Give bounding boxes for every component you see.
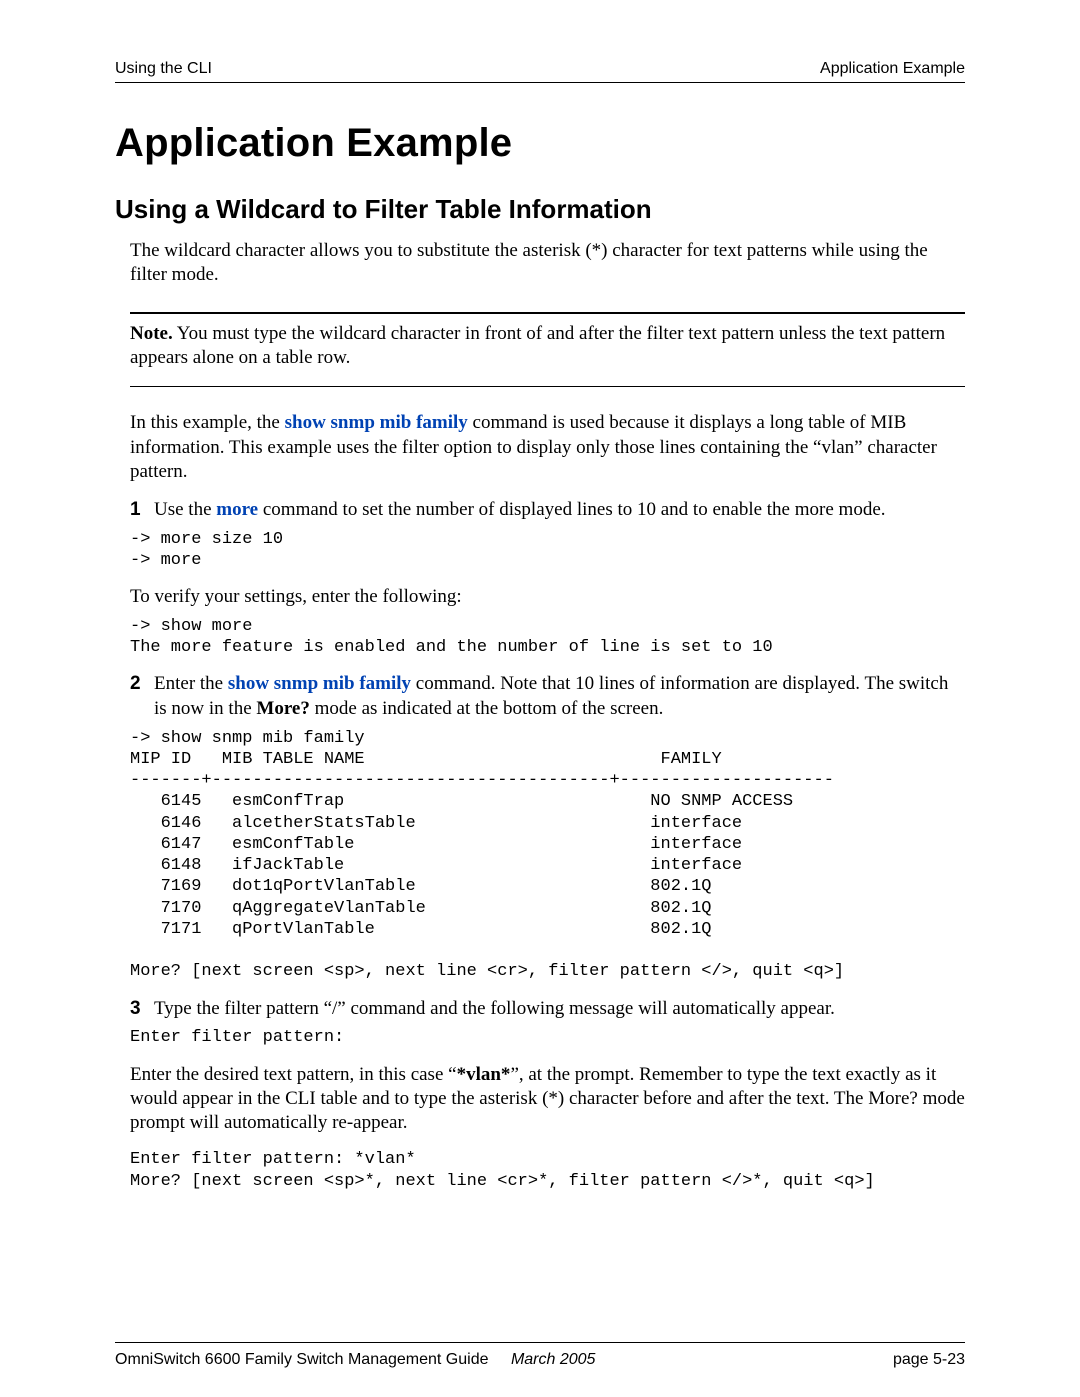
step-1-text: Use the more command to set the number o… [154,498,965,523]
code-block-2: -> show more The more feature is enabled… [130,616,965,659]
header-right: Application Example [820,60,965,78]
example-paragraph: In this example, the show snmp mib famil… [130,411,965,484]
footer-rule [115,1342,965,1343]
footer-left: OmniSwitch 6600 Family Switch Management… [115,1351,595,1369]
note-box: Note. You must type the wildcard charact… [130,322,965,371]
intro-paragraph: The wildcard character allows you to sub… [130,239,965,288]
page-footer: OmniSwitch 6600 Family Switch Management… [115,1351,965,1369]
page: Using the CLI Application Example Applic… [0,0,1080,1397]
running-header: Using the CLI Application Example [115,60,965,83]
step-number: 2 [130,672,148,721]
cmd-more-link[interactable]: more [216,499,258,520]
step1-pre: Use the [154,499,216,520]
code-block-4: Enter filter pattern: [130,1027,965,1048]
step-3-text: Type the filter pattern “/” command and … [154,997,965,1022]
note-text: You must type the wildcard character in … [130,323,945,368]
step-1: 1 Use the more command to set the number… [130,498,965,523]
note-rule-top [130,312,965,314]
page-title: Application Example [115,121,965,166]
code-block-5: Enter filter pattern: *vlan* More? [next… [130,1149,965,1192]
header-left: Using the CLI [115,60,212,78]
cmd-show-snmp-mib-family-link-2[interactable]: show snmp mib family [228,673,411,694]
step-number: 1 [130,498,148,523]
verify-paragraph: To verify your settings, enter the follo… [130,585,965,609]
step2-post: mode as indicated at the bottom of the s… [310,698,664,719]
footer-date: March 2005 [511,1351,596,1368]
step-number: 3 [130,997,148,1022]
code-block-1: -> more size 10 -> more [130,529,965,572]
code-block-3: -> show snmp mib family MIP ID MIB TABLE… [130,728,965,983]
note-rule-bottom [130,378,965,387]
footer-page: page 5-23 [893,1351,965,1369]
step2-bold: More? [256,698,309,719]
example-pre: In this example, the [130,412,285,433]
body-content: The wildcard character allows you to sub… [115,239,965,1192]
para2-pre: Enter the desired text pattern, in this … [130,1064,457,1085]
step-3: 3 Type the filter pattern “/” command an… [130,997,965,1022]
filter-paragraph: Enter the desired text pattern, in this … [130,1063,965,1136]
step2-pre: Enter the [154,673,228,694]
step-2: 2 Enter the show snmp mib family command… [130,672,965,721]
cmd-show-snmp-mib-family-link[interactable]: show snmp mib family [285,412,468,433]
note-label: Note. [130,323,173,344]
footer-guide: OmniSwitch 6600 Family Switch Management… [115,1351,489,1368]
step-2-text: Enter the show snmp mib family command. … [154,672,965,721]
section-title: Using a Wildcard to Filter Table Informa… [115,194,965,225]
step1-post: command to set the number of displayed l… [258,499,885,520]
para2-bold: *vlan* [457,1064,511,1085]
